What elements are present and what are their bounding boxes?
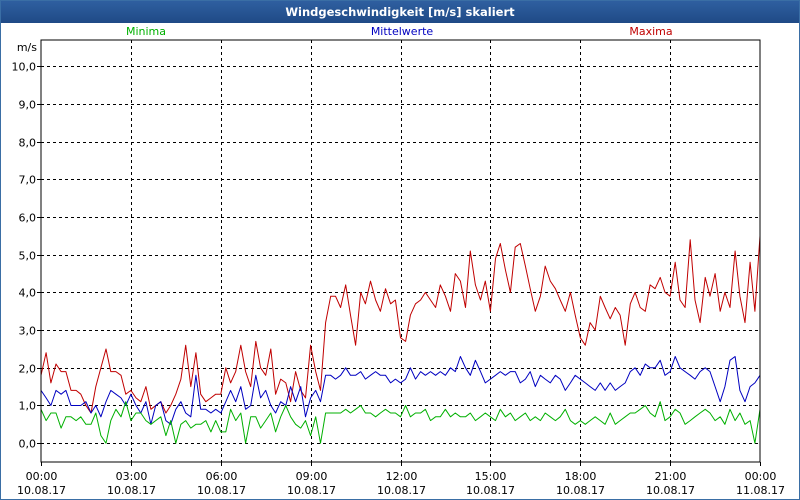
x-tick-date: 10.08.17 xyxy=(17,484,66,497)
y-tick-label: 6,0 xyxy=(19,212,37,225)
y-tick-label: 0,0 xyxy=(19,438,37,451)
y-tick-label: 9,0 xyxy=(19,99,37,112)
y-tick-label: 10,0 xyxy=(12,61,37,74)
y-tick-label: 3,0 xyxy=(19,325,37,338)
x-tick-time: 12:00 xyxy=(386,470,418,483)
series-line-maxima xyxy=(40,235,761,414)
x-tick-time: 06:00 xyxy=(206,470,238,483)
x-tick-time: 03:00 xyxy=(116,470,148,483)
chart-series xyxy=(40,235,761,444)
x-tick-date: 10.08.17 xyxy=(646,484,695,497)
x-tick-time: 18:00 xyxy=(565,470,597,483)
x-tick-date: 10.08.17 xyxy=(556,484,605,497)
legend-maxima: Maxima xyxy=(629,25,672,38)
y-tick-label: 8,0 xyxy=(19,137,37,150)
line-chart: 0,0 1,0 2,0 3,0 4,0 5,0 6,0 7,0 8,0 9,0 10,0 m/s 00:… xyxy=(12,25,785,497)
y-tick-label: 7,0 xyxy=(19,174,37,187)
y-tick-label: 5,0 xyxy=(19,250,37,263)
x-tick-date: 10.08.17 xyxy=(466,484,515,497)
chart-legend: Minima Mittelwerte Maxima xyxy=(126,25,673,38)
x-tick-date: 10.08.17 xyxy=(287,484,336,497)
y-tick-label: 1,0 xyxy=(19,400,37,413)
x-tick-time: 09:00 xyxy=(296,470,328,483)
y-axis-unit: m/s xyxy=(17,41,37,54)
legend-minima: Minima xyxy=(126,25,166,38)
x-tick-date: 10.08.17 xyxy=(197,484,246,497)
x-tick-time: 21:00 xyxy=(655,470,687,483)
y-tick-label: 4,0 xyxy=(19,287,37,300)
series-line-minima xyxy=(40,401,761,444)
x-tick-date: 10.08.17 xyxy=(107,484,156,497)
legend-mittelwerte: Mittelwerte xyxy=(371,25,434,38)
y-tick-label: 2,0 xyxy=(19,363,37,376)
x-tick-time: 00:00 xyxy=(745,470,777,483)
x-tick-time: 15:00 xyxy=(475,470,507,483)
chart-axes: 0,0 1,0 2,0 3,0 4,0 5,0 6,0 7,0 8,0 9,0 10,0 m/s 00:… xyxy=(12,41,785,497)
x-tick-time: 00:00 xyxy=(26,470,58,483)
x-tick-date: 11.08.17 xyxy=(736,484,785,497)
x-tick-date: 10.08.17 xyxy=(377,484,426,497)
